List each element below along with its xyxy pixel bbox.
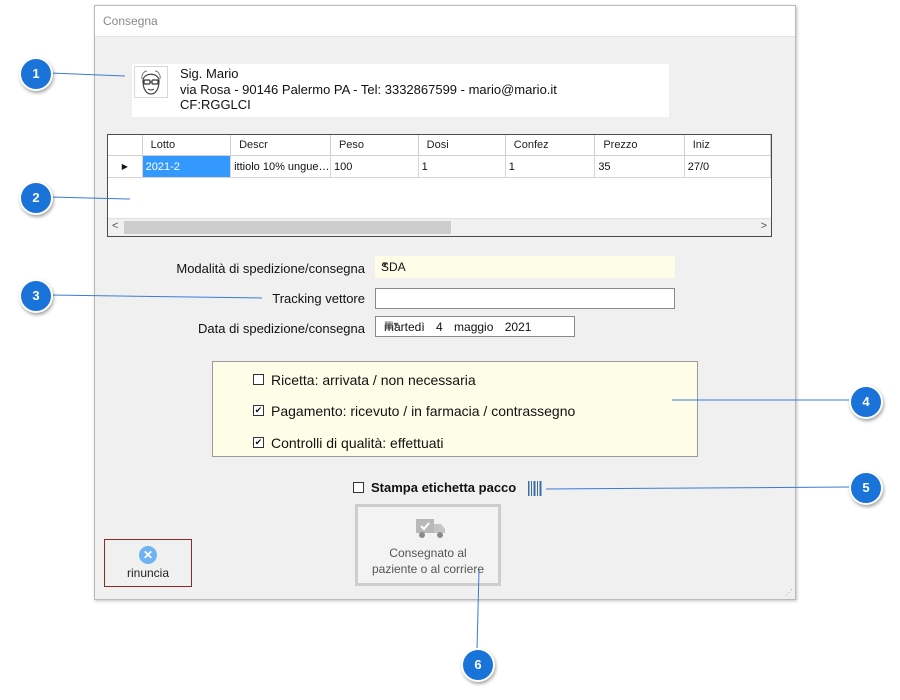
cancel-button[interactable]: ✕ rinuncia — [104, 539, 192, 587]
cell-prezzo[interactable]: 35 — [594, 155, 685, 178]
callout-badge-6: 6 — [461, 648, 495, 682]
scrollbar-thumb[interactable] — [124, 221, 451, 234]
table-row[interactable]: ▶ 2021-2 ittiolo 10% ungue… 100 1 1 35 2… — [108, 155, 771, 178]
scroll-right-icon[interactable]: > — [761, 220, 767, 232]
customer-tax-code: CF:RGGLCI — [180, 97, 251, 112]
cell-descr[interactable]: ittiolo 10% ungue… — [230, 155, 331, 178]
grid-header-lotto[interactable]: Lotto — [142, 135, 232, 156]
delivered-label-line1: Consegnato al — [389, 546, 467, 560]
horizontal-scrollbar[interactable]: < > — [108, 218, 771, 236]
checkbox-quality[interactable]: ✔ — [253, 437, 264, 448]
cell-iniz[interactable]: 27/0 — [684, 155, 771, 178]
checklist-panel: Ricetta: arrivata / non necessaria ✔ Pag… — [212, 361, 698, 457]
date-label: Data di spedizione/consegna — [198, 321, 365, 336]
callout-badge-4: 4 — [849, 385, 883, 419]
checkbox-payment[interactable]: ✔ — [253, 405, 264, 416]
check-prescription-label: Ricetta: arrivata / non necessaria — [271, 372, 476, 388]
user-face-icon — [134, 66, 168, 98]
shipping-mode-label: Modalità di spedizione/consegna — [176, 261, 365, 276]
chevron-down-icon[interactable]: ▼ — [381, 260, 671, 269]
cancel-label: rinuncia — [126, 566, 170, 580]
window-title: Consegna — [103, 14, 158, 28]
print-label-text: Stampa etichetta pacco — [371, 480, 517, 495]
callout-badge-1: 1 — [19, 57, 53, 91]
cell-confez[interactable]: 1 — [505, 155, 596, 178]
lots-grid[interactable]: Lotto Descr Peso Dosi Confez Prezzo Iniz… — [107, 134, 772, 237]
row-indicator-icon[interactable]: ▶ — [108, 155, 143, 178]
grid-header-prezzo[interactable]: Prezzo — [594, 135, 685, 156]
checkbox-prescription[interactable] — [253, 374, 264, 385]
close-circle-icon: ✕ — [139, 546, 157, 564]
check-payment-label: Pagamento: ricevuto / in farmacia / cont… — [271, 403, 576, 419]
barcode-icon[interactable] — [527, 481, 543, 496]
grid-header-iniz[interactable]: Iniz — [684, 135, 771, 156]
grid-header-peso[interactable]: Peso — [330, 135, 419, 156]
check-quality-label: Controlli di qualità: effettuati — [271, 435, 444, 451]
callout-badge-2: 2 — [19, 181, 53, 215]
customer-address: via Rosa - 90146 Palermo PA - Tel: 33328… — [180, 82, 557, 97]
customer-name: Sig. Mario — [180, 66, 239, 81]
delivered-button[interactable]: Consegnato al paziente o al corriere — [355, 504, 501, 586]
resize-grip[interactable]: ⋰ — [785, 588, 793, 597]
cell-dosi[interactable]: 1 — [418, 155, 506, 178]
shipping-mode-select[interactable]: SDA ▼ — [375, 256, 675, 278]
grid-header-indicator — [108, 135, 143, 156]
grid-header-descr[interactable]: Descr — [230, 135, 331, 156]
calendar-dropdown-icon[interactable]: ▦▾ — [384, 320, 568, 331]
callout-badge-5: 5 — [849, 471, 883, 505]
scroll-left-icon[interactable]: < — [112, 220, 118, 232]
tracking-input[interactable] — [375, 288, 675, 309]
cell-peso[interactable]: 100 — [330, 155, 419, 178]
grid-header-row: Lotto Descr Peso Dosi Confez Prezzo Iniz — [108, 135, 771, 156]
grid-header-dosi[interactable]: Dosi — [418, 135, 506, 156]
tracking-label: Tracking vettore — [272, 291, 365, 306]
grid-header-confez[interactable]: Confez — [505, 135, 596, 156]
truck-check-icon — [415, 516, 447, 540]
checkbox-print-label[interactable] — [353, 482, 364, 493]
cell-lotto[interactable]: 2021-2 — [142, 155, 232, 178]
callout-badge-3: 3 — [19, 279, 53, 313]
date-picker[interactable]: martedì 4 maggio 2021 ▦▾ — [375, 316, 575, 337]
delivered-label-line2: paziente o al corriere — [371, 562, 485, 576]
title-bar: Consegna — [95, 6, 795, 37]
